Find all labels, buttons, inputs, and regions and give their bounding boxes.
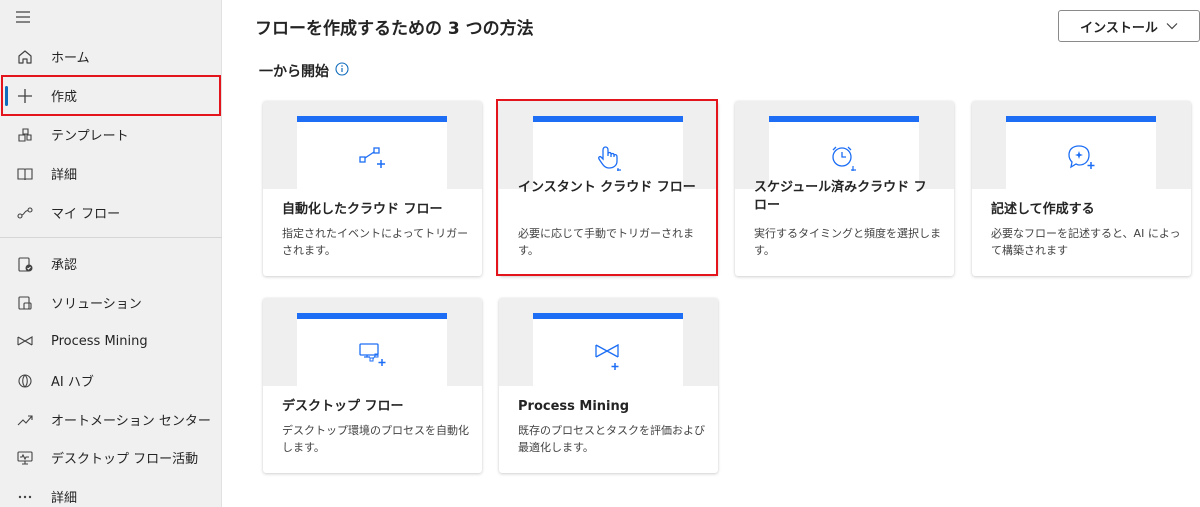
solutions-icon <box>15 293 35 313</box>
install-button[interactable]: インストール <box>1058 10 1200 42</box>
approvals-icon <box>15 254 35 274</box>
card-describe-ai[interactable]: 記述して作成する 必要なフローを記述すると、AI によって構築されます <box>972 101 1191 276</box>
card-description: デスクトップ環境のプロセスを自動化します。 <box>282 424 469 454</box>
sidebar-item-label: 承認 <box>51 258 78 273</box>
card-process-mining[interactable]: Process Mining 既存のプロセスとタスクを評価および最適化します。 <box>499 298 718 473</box>
sidebar-item-label: テンプレート <box>51 129 129 144</box>
ai-hub-icon <box>15 371 35 391</box>
sidebar-item-label: ホーム <box>51 51 90 66</box>
card-desktop-flow[interactable]: デスクトップ フロー デスクトップ環境のプロセスを自動化します。 <box>263 298 482 473</box>
sidebar-divider <box>0 237 222 238</box>
automated-flow-icon <box>355 140 389 174</box>
card-title: インスタント クラウド フロー <box>518 180 696 195</box>
card-title: Process Mining <box>518 399 630 414</box>
more-icon <box>15 487 35 507</box>
automation-center-icon <box>15 410 35 430</box>
process-mining-icon <box>15 332 35 352</box>
sidebar-item-process-mining[interactable]: Process Mining <box>0 322 222 361</box>
sidebar-item-label: マイ フロー <box>51 207 121 222</box>
card-description: 必要に応じて手動でトリガーされます。 <box>518 227 694 257</box>
sidebar-item-label: 詳細 <box>51 491 78 506</box>
sidebar-item-label: オートメーション センター <box>51 414 211 429</box>
card-title: 記述して作成する <box>991 202 1095 217</box>
sidebar-item-templates[interactable]: テンプレート <box>0 115 222 154</box>
instant-flow-icon <box>591 140 625 174</box>
sidebar-item-label: Process Mining <box>51 334 148 349</box>
card-description: 実行するタイミングと頻度を選択します。 <box>754 227 941 257</box>
card-hero <box>499 101 718 189</box>
sidebar: ホーム 作成 テンプレート 詳細 マイ フロー 承認 ソリューション Proce… <box>0 0 222 507</box>
templates-icon <box>15 125 35 145</box>
section-title: 一から開始 <box>259 61 349 81</box>
card-title: デスクトップ フロー <box>282 399 404 414</box>
card-scheduled-flow[interactable]: スケジュール済みクラウド フロー 実行するタイミングと頻度を選択します。 <box>735 101 954 276</box>
card-hero <box>972 101 1191 189</box>
card-hero <box>263 298 482 386</box>
flow-icon <box>15 203 35 223</box>
sidebar-item-my-flows[interactable]: マイ フロー <box>0 193 222 232</box>
desktop-activity-icon <box>15 448 35 468</box>
home-icon <box>15 47 35 67</box>
card-description: 指定されたイベントによってトリガーされます。 <box>282 227 469 257</box>
desktop-flow-icon <box>355 337 389 371</box>
process-mining-card-icon <box>591 337 625 371</box>
book-icon <box>15 164 35 184</box>
sidebar-item-label: デスクトップ フロー活動 <box>51 452 199 467</box>
sidebar-item-label: AI ハブ <box>51 375 94 390</box>
sidebar-item-label: 詳細 <box>51 168 78 183</box>
sidebar-item-desktop-activity[interactable]: デスクトップ フロー活動 <box>0 438 222 477</box>
card-title: スケジュール済みクラウド フロー <box>754 180 927 213</box>
sidebar-item-learn[interactable]: 詳細 <box>0 154 222 193</box>
sidebar-item-ai-hub[interactable]: AI ハブ <box>0 361 222 400</box>
card-hero <box>263 101 482 189</box>
card-description: 既存のプロセスとタスクを評価および最適化します。 <box>518 424 705 454</box>
scheduled-flow-icon <box>827 140 861 174</box>
describe-ai-icon <box>1064 140 1098 174</box>
sidebar-item-solutions[interactable]: ソリューション <box>0 283 222 322</box>
card-hero <box>735 101 954 189</box>
page-title: フローを作成するための 3 つの方法 <box>255 19 534 39</box>
card-title: 自動化したクラウド フロー <box>282 202 443 217</box>
info-icon[interactable] <box>335 62 349 80</box>
sidebar-item-approvals[interactable]: 承認 <box>0 244 222 283</box>
hamburger-menu-icon[interactable] <box>14 9 32 25</box>
sidebar-item-label: ソリューション <box>51 297 142 312</box>
sidebar-item-automation-center[interactable]: オートメーション センター <box>0 400 222 439</box>
sidebar-item-more[interactable]: 詳細 <box>0 477 222 507</box>
chevron-down-icon <box>1166 19 1178 34</box>
sidebar-item-home[interactable]: ホーム <box>0 37 222 76</box>
install-button-label: インストール <box>1080 20 1158 36</box>
card-automated-flow[interactable]: 自動化したクラウド フロー 指定されたイベントによってトリガーされます。 <box>263 101 482 276</box>
card-instant-flow[interactable]: インスタント クラウド フロー 必要に応じて手動でトリガーされます。 <box>499 101 718 276</box>
create-highlight-box <box>1 75 221 116</box>
card-description: 必要なフローを記述すると、AI によって構築されます <box>991 227 1181 257</box>
section-title-text: 一から開始 <box>259 64 329 80</box>
card-hero <box>499 298 718 386</box>
